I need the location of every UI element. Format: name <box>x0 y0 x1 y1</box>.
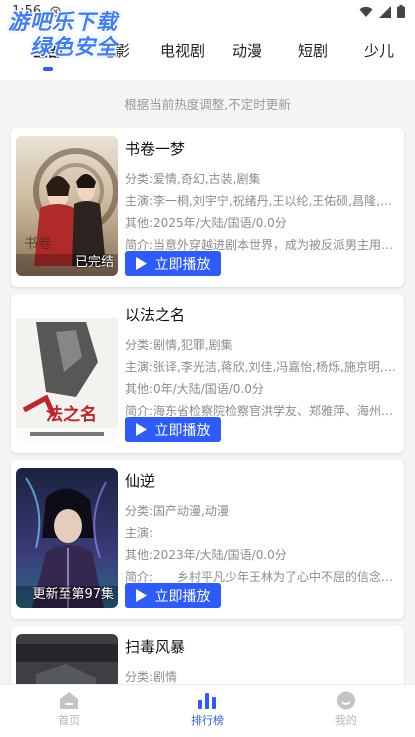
profile-icon <box>336 691 355 710</box>
tab-movies[interactable]: 电影 <box>100 40 130 61</box>
home-icon <box>60 692 79 709</box>
tab-short-drama[interactable]: 短剧 <box>298 40 328 61</box>
ranking-notice: 根据当前热度调整,不定时更新 <box>124 97 291 112</box>
play-icon <box>135 257 147 270</box>
poster-image[interactable]: 法之名 <box>16 302 118 442</box>
nav-home-label: 首页 <box>58 714 81 727</box>
play-button-label: 立即播放 <box>154 588 211 605</box>
item-category: 分类:国产动漫,动漫 <box>125 504 229 518</box>
item-category: 分类:剧情,犯罪,剧集 <box>125 338 233 352</box>
play-icon <box>135 589 147 602</box>
item-cast: 主演:张译,李光洁,蒋欣,刘佳,冯嘉怡,杨烁,施京明,董... <box>125 360 401 374</box>
tab-tv-series[interactable]: 电视剧 <box>160 40 205 61</box>
play-now-button[interactable]: 立即播放 <box>125 583 221 608</box>
nav-ranking[interactable]: 排行榜 <box>138 685 276 737</box>
active-tab-indicator <box>43 67 53 71</box>
battery-icon <box>397 5 405 18</box>
item-title[interactable]: 书卷一梦 <box>125 138 401 160</box>
tab-all[interactable]: 全部 <box>33 40 63 61</box>
poster-image[interactable]: 更新至第97集 <box>16 468 118 608</box>
tab-anime[interactable]: 动漫 <box>232 40 262 61</box>
episode-badge: 更新至第97集 <box>32 587 114 602</box>
notification-icon <box>50 6 61 17</box>
svg-text:书卷: 书卷 <box>24 236 52 252</box>
svg-text:法之名: 法之名 <box>46 404 97 425</box>
tab-kids[interactable]: 少儿 <box>364 40 394 61</box>
item-category: 分类:爱情,奇幻,古装,剧集 <box>125 172 261 186</box>
nav-mine[interactable]: 我的 <box>277 685 415 737</box>
episode-badge: 已完结 <box>74 255 114 270</box>
play-button-label: 立即播放 <box>154 422 211 439</box>
list-item[interactable]: 更新至第97集 仙逆 分类:国产动漫,动漫 主演: 其他:2023年/大陆/国语… <box>11 460 404 619</box>
status-time: 1:56 <box>12 4 42 19</box>
item-other: 其他:2025年/大陆/国语/0.0分 <box>125 216 287 230</box>
signal-icon <box>379 5 391 18</box>
poster-art-2: 法之名 <box>16 302 118 442</box>
wifi-icon <box>359 6 373 17</box>
play-now-button[interactable]: 立即播放 <box>125 417 221 442</box>
item-title[interactable]: 以法之名 <box>125 304 401 326</box>
nav-home[interactable]: 首页 <box>0 685 138 737</box>
bottom-navigation: 首页 排行榜 我的 <box>0 684 415 737</box>
item-other: 其他:2023年/大陆/国语/0.0分 <box>125 548 287 562</box>
item-other: 其他:0年/大陆/国语/0.0分 <box>125 382 264 396</box>
nav-ranking-label: 排行榜 <box>190 714 224 727</box>
item-cast: 主演: <box>125 526 154 540</box>
item-title[interactable]: 扫毒风暴 <box>125 636 401 658</box>
play-icon <box>135 423 147 436</box>
list-item[interactable]: 书卷 已完结 书卷一梦 分类:爱情,奇幻,古装,剧集 主演:李一桐,刘宇宁,祝绪… <box>11 128 404 287</box>
list-item[interactable]: 法之名 以法之名 分类:剧情,犯罪,剧集 主演:张译,李光洁,蒋欣,刘佳,冯嘉怡… <box>11 294 404 453</box>
poster-image[interactable]: 书卷 已完结 <box>16 136 118 276</box>
nav-mine-label: 我的 <box>334 714 357 727</box>
category-tabs: 全部 电影 电视剧 动漫 短剧 少儿 <box>0 24 415 80</box>
play-now-button[interactable]: 立即播放 <box>125 251 221 276</box>
play-button-label: 立即播放 <box>154 256 211 273</box>
item-title[interactable]: 仙逆 <box>125 470 401 492</box>
bar-chart-icon <box>198 693 217 709</box>
status-bar: 1:56 <box>0 0 415 24</box>
item-cast: 主演:李一桐,刘宇宁,祝绪丹,王以纶,王佑硕,昌隆,吕... <box>125 194 401 208</box>
